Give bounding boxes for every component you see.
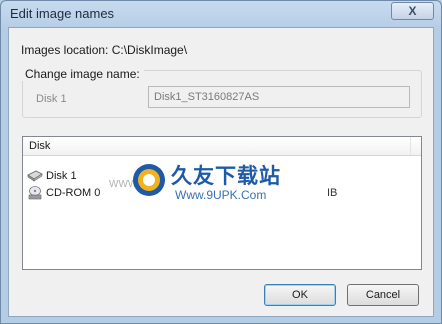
list-item-size: IB	[327, 187, 338, 199]
change-name-legend: Change image name:	[21, 67, 144, 81]
window-title: Edit image names	[10, 6, 115, 21]
hard-disk-icon	[27, 169, 43, 183]
column-header-disk[interactable]: Disk	[23, 137, 411, 155]
list-item-label: Disk 1	[46, 170, 77, 182]
cancel-button[interactable]: Cancel	[347, 284, 419, 306]
cdrom-icon	[27, 186, 43, 200]
list-item[interactable]: Disk 1	[27, 168, 77, 184]
dialog-window: Edit image names X Images location: C:\D…	[0, 0, 442, 324]
dialog-content: Images location: C:\DiskImage\ Change im…	[8, 27, 434, 317]
selected-disk-label: Disk 1	[36, 93, 67, 105]
list-header: Disk	[23, 137, 421, 156]
close-button[interactable]: X	[391, 2, 434, 20]
list-item-label: CD-ROM 0	[46, 187, 101, 199]
close-icon: X	[408, 4, 417, 18]
ok-button[interactable]: OK	[264, 284, 336, 306]
disk-list[interactable]: Disk Disk 1 CD-ROM 0 IB	[22, 136, 422, 270]
title-bar[interactable]: Edit image names X	[1, 1, 441, 27]
image-name-field[interactable]	[148, 86, 410, 108]
column-header-filler	[411, 137, 421, 155]
list-item[interactable]: CD-ROM 0	[27, 185, 100, 201]
images-location-label: Images location: C:\DiskImage\	[21, 43, 188, 57]
